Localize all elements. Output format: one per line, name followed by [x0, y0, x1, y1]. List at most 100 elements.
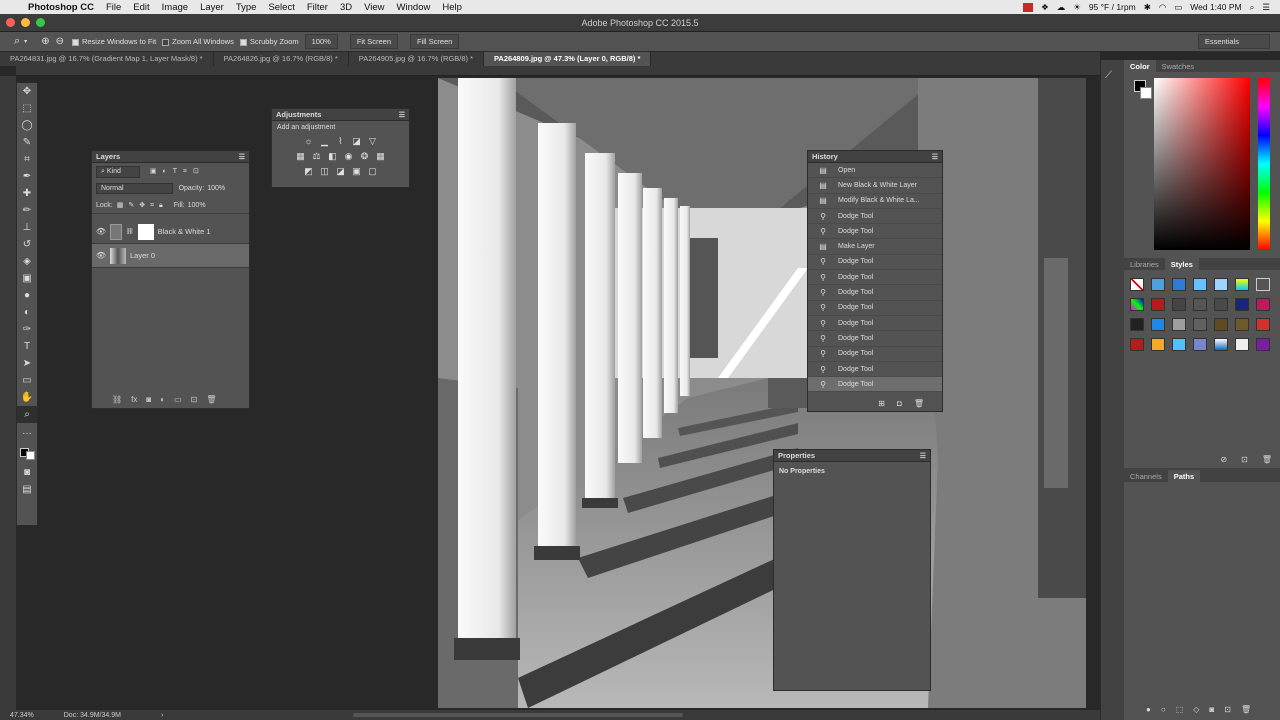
style-swatch[interactable] — [1256, 298, 1270, 311]
link-icon[interactable]: ⛓︎ — [126, 228, 134, 235]
clear-style-icon[interactable]: ⊘ — [1220, 455, 1227, 464]
style-swatch[interactable] — [1256, 278, 1270, 291]
style-swatch[interactable] — [1214, 338, 1228, 351]
invert-icon[interactable]: ◩ — [303, 166, 314, 176]
menu-image[interactable]: Image — [162, 2, 188, 13]
zoom-tool-icon[interactable]: ⌕ — [14, 35, 20, 48]
posterize-icon[interactable]: ◫ — [319, 166, 330, 176]
fill-path-icon[interactable]: ● — [1146, 705, 1151, 714]
fill-screen-button[interactable]: Fill Screen — [410, 34, 460, 49]
eyedropper-tool-icon[interactable]: ✒ — [17, 168, 37, 185]
dodge-tool-icon[interactable]: ◐ — [17, 304, 37, 321]
weather-icon[interactable]: ☀ — [1073, 2, 1081, 13]
menu-help[interactable]: Help — [442, 2, 462, 13]
menu-type[interactable]: Type — [236, 2, 257, 13]
channel-mixer-icon[interactable]: ❂ — [359, 151, 370, 161]
new-group-icon[interactable]: ▭ — [174, 395, 182, 404]
color-balance-icon[interactable]: ⚖ — [311, 151, 322, 161]
zoom-tool-icon[interactable]: ⌕ — [17, 406, 37, 423]
filter-kind-select[interactable]: ⌕ Kind — [96, 165, 140, 178]
style-swatch[interactable] — [1235, 318, 1249, 331]
fill-input[interactable]: 100% — [188, 202, 206, 209]
delete-state-icon[interactable]: 🗑︎ — [914, 399, 924, 408]
history-item[interactable]: ⚲ Dodge Tool — [808, 301, 942, 316]
style-swatch[interactable] — [1151, 298, 1165, 311]
layers-title[interactable]: Layers — [96, 152, 120, 161]
layer-name[interactable]: Black & White 1 — [158, 227, 211, 236]
layer-row-layer0[interactable]: 👁︎ Layer 0 — [92, 244, 249, 268]
levels-icon[interactable]: ▁ — [319, 136, 330, 146]
menu-filter[interactable]: Filter — [307, 2, 328, 13]
color-field[interactable] — [1154, 78, 1250, 250]
style-swatch[interactable] — [1151, 338, 1165, 351]
gradient-tool-icon[interactable]: ▣ — [17, 270, 37, 287]
horizontal-scrollbar[interactable] — [353, 713, 684, 717]
panel-menu-icon[interactable]: ☰ — [399, 111, 405, 119]
menu-3d[interactable]: 3D — [340, 2, 352, 13]
tab-pa264831[interactable]: PA264831.jpg @ 16.7% (Gradient Map 1, La… — [0, 52, 214, 66]
tab-styles[interactable]: Styles — [1164, 257, 1199, 271]
image-canvas[interactable] — [438, 78, 1086, 708]
edit-toolbar-icon[interactable]: … — [17, 423, 37, 440]
curves-icon[interactable]: ⌇ — [335, 136, 346, 146]
style-swatch[interactable] — [1151, 278, 1165, 291]
scrubby-zoom-checkbox[interactable]: Scrubby Zoom — [239, 37, 299, 46]
workspace-select[interactable]: Essentials — [1197, 34, 1270, 49]
add-mask-icon[interactable]: ◙ — [1209, 705, 1214, 714]
new-layer-icon[interactable]: ⊡ — [191, 395, 198, 404]
delete-layer-icon[interactable]: 🗑︎ — [206, 395, 216, 404]
properties-title[interactable]: Properties — [778, 451, 815, 460]
menu-view[interactable]: View — [364, 2, 384, 13]
new-path-icon[interactable]: ⊡ — [1224, 705, 1231, 714]
opacity-input[interactable]: 100% — [207, 185, 225, 192]
style-swatch[interactable] — [1130, 298, 1144, 311]
fx-icon[interactable]: fx — [131, 395, 137, 404]
delete-style-icon[interactable]: 🗑︎ — [1262, 455, 1272, 464]
layer-name[interactable]: Layer 0 — [130, 251, 155, 260]
stroke-path-icon[interactable]: ○ — [1161, 705, 1166, 714]
ruler-horizontal[interactable] — [16, 66, 1100, 76]
bluetooth-icon[interactable]: ✱ — [1144, 2, 1151, 13]
zoom-level[interactable]: 47.34% — [10, 712, 34, 719]
history-title[interactable]: History — [812, 152, 838, 161]
history-item[interactable]: ⚲ Dodge Tool — [808, 331, 942, 347]
status-menu-chevron-icon[interactable]: › — [161, 712, 163, 719]
collapsed-panel-icon[interactable]: ⟋ — [1105, 70, 1112, 81]
load-selection-icon[interactable]: ⬚ — [1176, 705, 1184, 714]
style-swatch[interactable] — [1130, 318, 1144, 331]
add-mask-icon[interactable]: ◙ — [146, 395, 151, 404]
zoom-100-button[interactable]: 100% — [304, 34, 338, 49]
layer-row-black-white[interactable]: 👁︎ ⛓︎ Black & White 1 — [92, 220, 249, 244]
snapshot-camera-icon[interactable]: ◘ — [897, 399, 902, 408]
delete-path-icon[interactable]: 🗑︎ — [1241, 705, 1251, 714]
style-swatch[interactable] — [1193, 338, 1207, 351]
style-swatch[interactable] — [1256, 338, 1270, 351]
photo-filter-icon[interactable]: ◉ — [343, 151, 354, 161]
style-swatch[interactable] — [1172, 318, 1186, 331]
style-swatch[interactable] — [1193, 298, 1207, 311]
history-item[interactable]: ⚲ Dodge Tool — [808, 362, 942, 378]
make-work-path-icon[interactable]: ◇ — [1193, 705, 1199, 714]
creative-cloud-icon[interactable]: ☁ — [1057, 2, 1066, 13]
lasso-tool-icon[interactable]: ◯ — [17, 117, 37, 134]
style-swatch[interactable] — [1235, 298, 1249, 311]
history-item[interactable]: ⚲ Dodge Tool — [808, 255, 942, 271]
adjustments-title[interactable]: Adjustments — [276, 110, 321, 119]
history-item[interactable]: ⚲ Dodge Tool — [808, 224, 942, 240]
quick-select-tool-icon[interactable]: ✎ — [17, 134, 37, 151]
color-swatches-icon[interactable] — [17, 440, 37, 464]
history-item-current[interactable]: ⚲ Dodge Tool — [808, 377, 942, 393]
visibility-eye-icon[interactable]: 👁︎ — [92, 251, 110, 260]
spotlight-icon[interactable]: ⌕ — [1250, 2, 1255, 13]
panel-menu-icon[interactable]: ☰ — [920, 452, 926, 460]
black-white-icon[interactable]: ◧ — [327, 151, 338, 161]
tab-pa264809[interactable]: PA264809.jpg @ 47.3% (Layer 0, RGB/8) * — [483, 52, 652, 66]
tab-libraries[interactable]: Libraries — [1124, 260, 1165, 269]
history-item[interactable]: ▤ Modify Black & White La... — [808, 194, 942, 209]
history-item[interactable]: ⚲ Dodge Tool — [808, 285, 942, 301]
wifi-icon[interactable]: ◠ — [1159, 2, 1166, 13]
style-swatch[interactable] — [1214, 278, 1228, 291]
brush-tool-icon[interactable]: ✏ — [17, 202, 37, 219]
quick-mask-icon[interactable]: ◙ — [17, 464, 37, 481]
history-item[interactable]: ▤ Open — [808, 163, 942, 179]
